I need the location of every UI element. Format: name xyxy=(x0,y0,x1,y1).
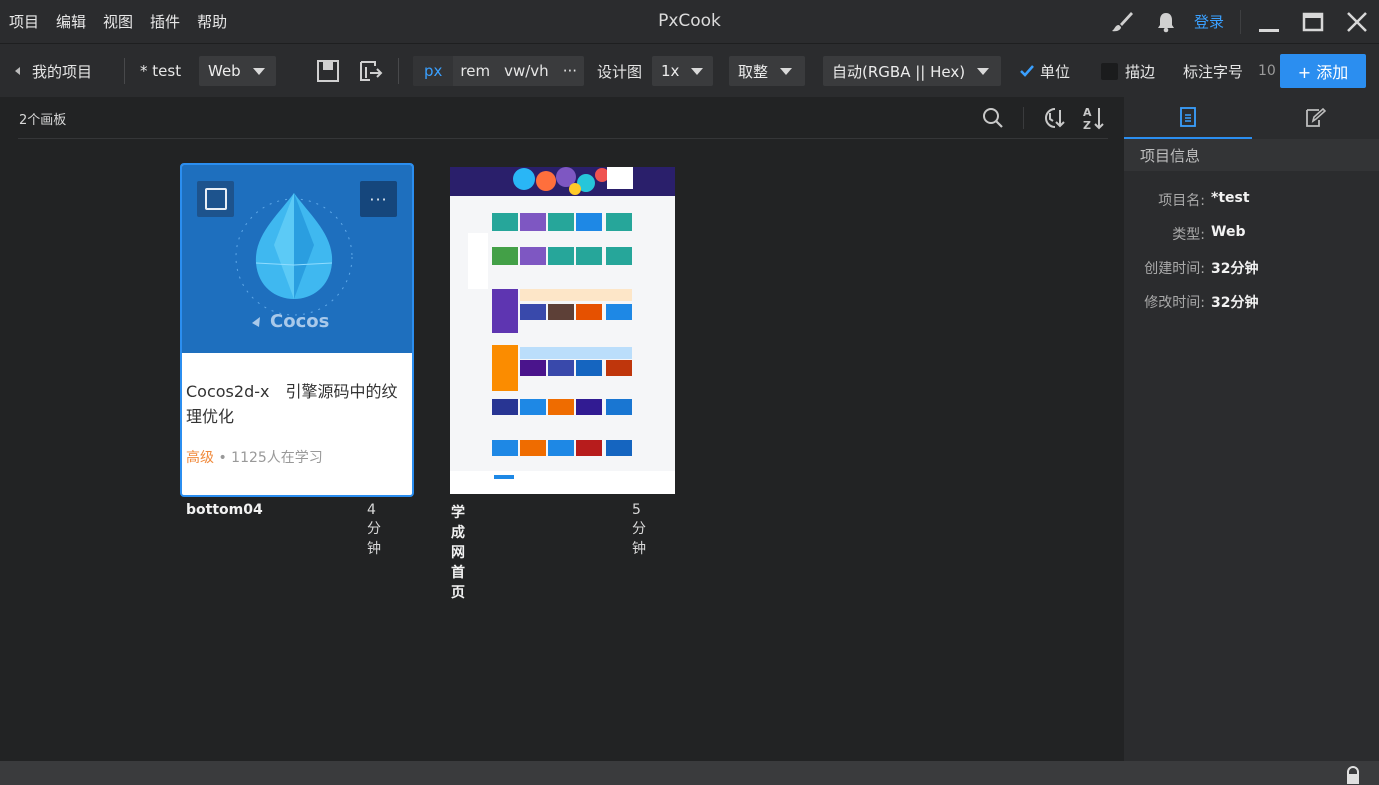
font-size-label: 标注字号 xyxy=(1183,62,1244,81)
artboard-name[interactable]: 学成网首页 xyxy=(451,502,465,602)
unit-px[interactable]: px xyxy=(413,56,454,86)
select-checkbox[interactable] xyxy=(197,181,234,217)
artboard-name[interactable]: bottom04 xyxy=(186,502,263,518)
platform-value: Web xyxy=(208,62,241,80)
sort-by-time-icon[interactable] xyxy=(1038,104,1066,132)
design-scale-value: 1x xyxy=(661,62,680,80)
lock-icon[interactable] xyxy=(1344,766,1362,784)
info-key: 修改时间: xyxy=(1144,295,1205,311)
artboard-thumbnail[interactable] xyxy=(450,167,675,494)
export-icon[interactable] xyxy=(358,44,384,98)
rounding-dropdown[interactable]: 取整 xyxy=(729,56,805,86)
artboard-time: 5分钟 xyxy=(632,502,646,557)
unit-checkbox-label: 单位 xyxy=(1040,62,1071,81)
project-name: * test xyxy=(140,62,182,80)
checkbox-box xyxy=(1101,62,1118,80)
preview-title: Cocos2d-x 引擎源码中的纹理优化 xyxy=(186,382,398,426)
back-arrow-icon xyxy=(15,67,20,75)
brush-icon[interactable] xyxy=(1109,9,1135,35)
bell-icon[interactable] xyxy=(1153,9,1179,35)
info-key: 类型: xyxy=(1172,227,1205,243)
preview-learners: 1125人在学习 xyxy=(231,450,323,466)
close-icon[interactable] xyxy=(1344,9,1370,35)
search-icon[interactable] xyxy=(979,104,1007,132)
unit-vw-vh[interactable]: vw/vh xyxy=(497,56,556,86)
back-label: 我的项目 xyxy=(32,62,93,81)
preview-meta: 高级 • 1125人在学习 xyxy=(186,450,323,466)
unit-rem[interactable]: rem xyxy=(453,56,497,86)
divider xyxy=(398,58,399,84)
platform-dropdown[interactable]: Web xyxy=(199,56,276,86)
board-count: 2个画板 xyxy=(19,113,67,128)
info-row-modified: 修改时间: 32分钟 xyxy=(1124,292,1379,312)
edit-icon xyxy=(1306,107,1327,127)
color-format-dropdown[interactable]: 自动(RGBA || Hex) xyxy=(823,56,1001,86)
design-label: 设计图 xyxy=(597,62,643,81)
rounding-value: 取整 xyxy=(738,62,769,81)
minimize-icon[interactable] xyxy=(1256,9,1282,35)
cocos-brand: Cocos xyxy=(270,311,330,332)
maximize-icon[interactable] xyxy=(1300,9,1326,35)
stroke-checkbox-label: 描边 xyxy=(1125,62,1156,81)
artboard-header: 2个画板 AZ xyxy=(18,97,1108,139)
section-title: 项目信息 xyxy=(1124,139,1379,171)
chevron-down-icon xyxy=(780,67,793,75)
unit-checkbox[interactable]: 单位 xyxy=(1020,44,1070,98)
chevron-down-icon xyxy=(977,67,990,75)
divider xyxy=(1023,107,1024,129)
checkmark-icon xyxy=(1020,64,1034,78)
svg-text:Z: Z xyxy=(1083,119,1091,131)
chevron-down-icon xyxy=(691,67,704,75)
project-info-panel: 项目信息 项目名: *test 类型: Web 创建时间: 32分钟 修改时间:… xyxy=(1124,97,1379,761)
artboard-time: 4分钟 xyxy=(367,502,381,557)
font-size-value[interactable]: 10 xyxy=(1258,44,1276,98)
tab-notes[interactable] xyxy=(1252,97,1379,139)
webpage-preview-image xyxy=(450,167,675,494)
preview-level: 高级 xyxy=(186,450,214,466)
tab-project-info[interactable] xyxy=(1124,97,1252,139)
info-value: 32分钟 xyxy=(1211,261,1259,277)
info-key: 创建时间: xyxy=(1144,261,1205,277)
info-row-created: 创建时间: 32分钟 xyxy=(1124,258,1379,278)
cocos-banner: ··· Cocos xyxy=(182,165,412,353)
back-to-projects[interactable]: 我的项目 xyxy=(15,44,92,98)
document-icon xyxy=(1179,107,1196,127)
chevron-down-icon xyxy=(252,67,265,75)
info-value: 32分钟 xyxy=(1211,295,1259,311)
info-value: Web xyxy=(1211,224,1246,240)
status-bar xyxy=(0,761,1379,785)
artboard-thumbnail[interactable]: ··· Cocos Cocos2d-x 引擎源码中的纹理优化 高级 • 1125… xyxy=(180,163,414,497)
login-link[interactable]: 登录 xyxy=(1194,11,1224,32)
title-bar: 项目 编辑 视图 插件 帮助 PxCook 登录 xyxy=(0,0,1379,43)
color-format-value: 自动(RGBA || Hex) xyxy=(832,62,966,81)
more-options-button[interactable]: ··· xyxy=(360,181,397,217)
toolbar: 我的项目 * test Web px rem vw/vh ··· 设计图 1x … xyxy=(0,43,1379,97)
divider xyxy=(124,58,125,84)
info-value: *test xyxy=(1211,190,1250,206)
info-row-name: 项目名: *test xyxy=(1124,190,1379,210)
unit-more[interactable]: ··· xyxy=(556,56,584,86)
add-button[interactable]: + 添加 xyxy=(1280,54,1366,88)
stroke-checkbox[interactable]: 描边 xyxy=(1101,44,1155,98)
design-scale-dropdown[interactable]: 1x xyxy=(652,56,713,86)
svg-text:A: A xyxy=(1083,106,1092,119)
divider xyxy=(1240,9,1241,34)
info-row-type: 类型: Web xyxy=(1124,224,1379,244)
save-icon[interactable] xyxy=(316,44,340,98)
unit-selector: px rem vw/vh ··· xyxy=(413,56,584,86)
sort-by-name-icon[interactable]: AZ xyxy=(1080,104,1108,132)
info-key: 项目名: xyxy=(1158,193,1205,209)
